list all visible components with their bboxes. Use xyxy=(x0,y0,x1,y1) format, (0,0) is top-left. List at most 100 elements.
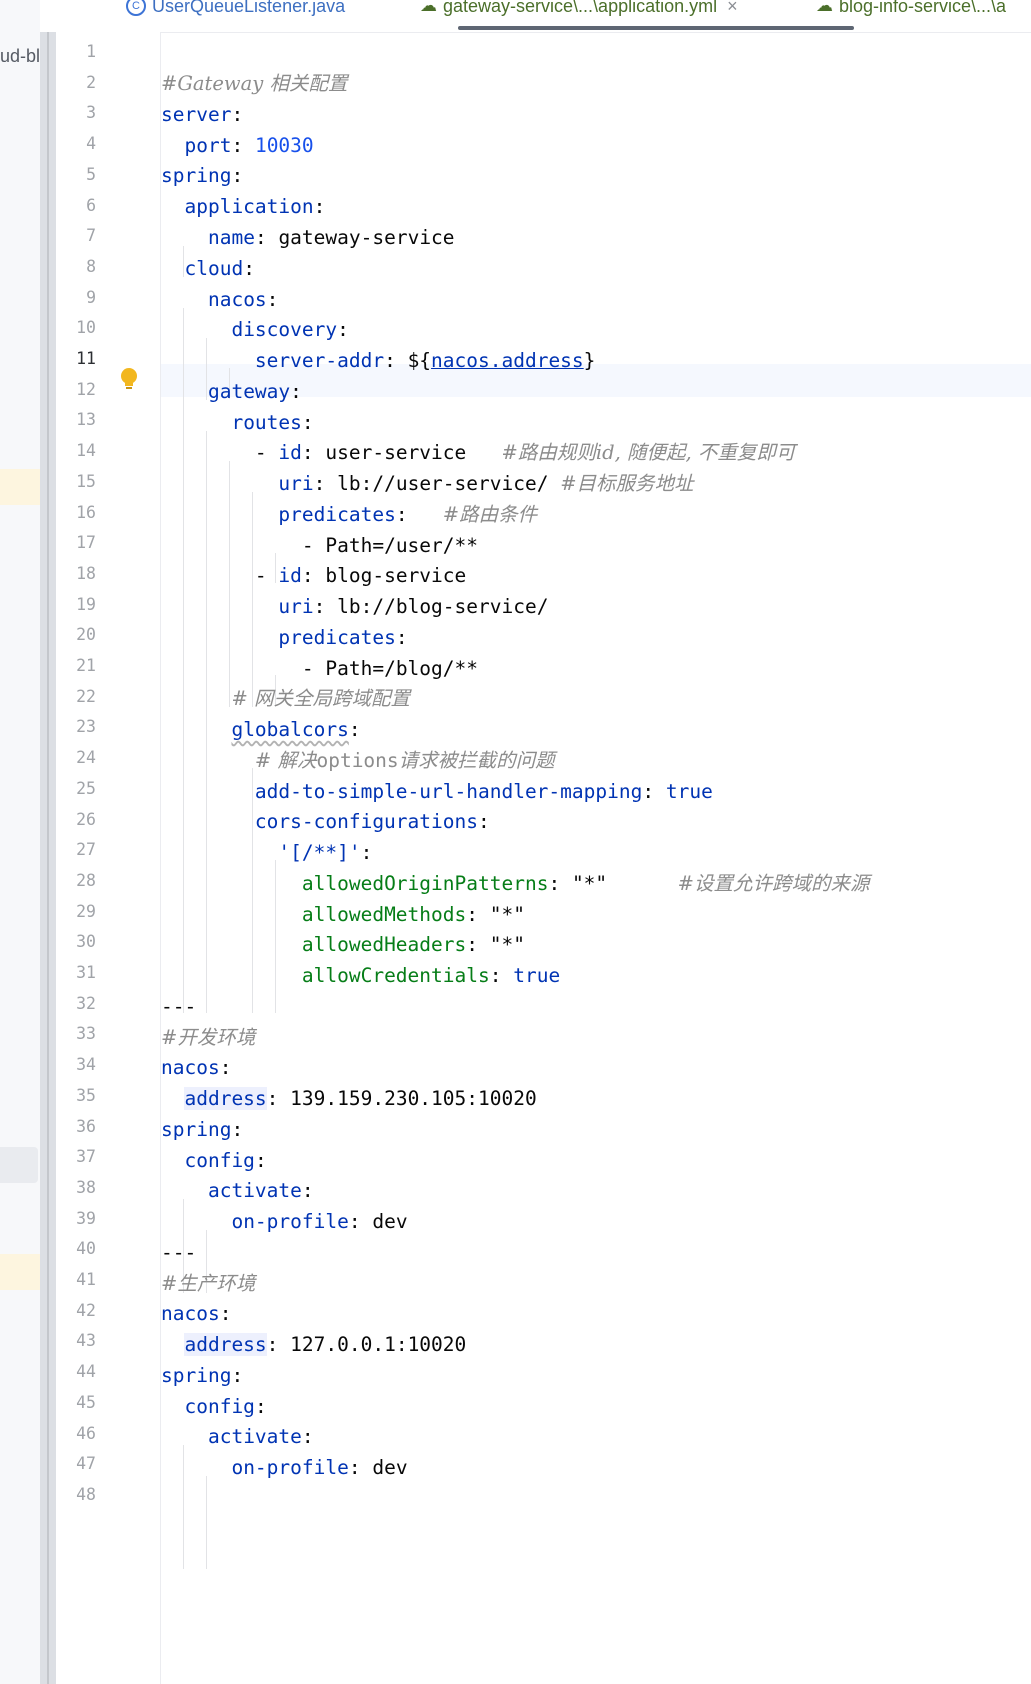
yaml-colon: : xyxy=(384,349,396,372)
yaml-value: blog-service xyxy=(325,564,467,587)
line-number[interactable]: 24 xyxy=(56,741,96,774)
line-number[interactable]: 3 xyxy=(56,96,96,129)
yaml-colon: : xyxy=(219,1056,232,1079)
code-line-44: spring: xyxy=(161,1359,243,1392)
line-number[interactable]: 10 xyxy=(56,311,96,344)
yaml-file-icon: ☁ xyxy=(420,0,437,15)
code-line-29: allowedMethods: "*" xyxy=(161,898,525,931)
code-line-36: spring: xyxy=(161,1113,243,1146)
line-number[interactable]: 25 xyxy=(56,772,96,805)
yaml-key: routes xyxy=(231,411,302,434)
line-number[interactable]: 30 xyxy=(56,925,96,958)
code-comment: #设置允许跨域的来源 xyxy=(677,872,870,895)
yaml-colon: : xyxy=(301,411,314,434)
tab-blog-info-application-yml[interactable]: ☁ blog-info-service\...\a xyxy=(816,0,1006,26)
line-number[interactable]: 16 xyxy=(56,496,96,529)
line-number[interactable]: 26 xyxy=(56,803,96,836)
line-number[interactable]: 11 xyxy=(56,342,96,375)
line-number[interactable]: 35 xyxy=(56,1079,96,1112)
project-panel[interactable] xyxy=(0,0,40,1684)
yaml-colon: : xyxy=(301,1425,314,1448)
code-line-14: - id: user-service #路由规则id, 随便起, 不重复即可 xyxy=(161,436,795,469)
line-number[interactable]: 31 xyxy=(56,956,96,989)
panel-splitter[interactable] xyxy=(40,32,56,1684)
line-number[interactable]: 23 xyxy=(56,710,96,743)
yaml-key: allowCredentials xyxy=(301,964,490,987)
editor-tab-bar: C UserQueueListener.java ☁ gateway-servi… xyxy=(56,0,1031,33)
line-number[interactable]: 44 xyxy=(56,1355,96,1388)
line-number[interactable]: 36 xyxy=(56,1110,96,1143)
code-editor[interactable]: #Gateway 相关配置 server: port: 10030 spring… xyxy=(161,32,1031,1684)
line-number[interactable]: 27 xyxy=(56,833,96,866)
yaml-key: uri xyxy=(278,472,314,495)
yaml-key: uri xyxy=(278,595,314,618)
code-line-42: nacos: xyxy=(161,1297,231,1330)
line-number[interactable]: 41 xyxy=(56,1263,96,1296)
line-number[interactable]: 47 xyxy=(56,1447,96,1480)
java-class-icon: C xyxy=(126,0,146,16)
line-number[interactable]: 29 xyxy=(56,895,96,928)
line-number[interactable]: 8 xyxy=(56,250,96,283)
line-number[interactable]: 48 xyxy=(56,1478,96,1511)
line-number[interactable]: 18 xyxy=(56,557,96,590)
property-reference[interactable]: nacos.address xyxy=(431,349,584,372)
line-number[interactable]: 34 xyxy=(56,1048,96,1081)
line-number[interactable]: 14 xyxy=(56,434,96,467)
code-comment: #目标服务地址 xyxy=(560,472,694,495)
yaml-colon: : xyxy=(231,134,244,157)
yaml-colon: : xyxy=(231,1118,244,1141)
line-number[interactable]: 5 xyxy=(56,158,96,191)
line-number[interactable]: 45 xyxy=(56,1386,96,1419)
code-line-8: cloud: xyxy=(161,252,255,285)
tab-gateway-application-yml[interactable]: ☁ gateway-service\...\application.yml × xyxy=(420,0,738,26)
code-line-28: allowedOriginPatterns: "*" #设置允许跨域的来源 xyxy=(161,867,870,900)
yaml-colon: : xyxy=(243,257,255,280)
line-number[interactable]: 22 xyxy=(56,680,96,713)
yaml-key: on-profile xyxy=(231,1456,349,1479)
yaml-colon: : xyxy=(395,626,408,649)
line-number[interactable]: 20 xyxy=(56,618,96,651)
project-tree-selected[interactable] xyxy=(0,1147,38,1183)
line-number[interactable]: 39 xyxy=(56,1202,96,1235)
line-number[interactable]: 13 xyxy=(56,403,96,436)
lightbulb-icon[interactable] xyxy=(118,366,140,392)
yaml-key: nacos xyxy=(161,1302,220,1325)
code-line-26: cors-configurations: xyxy=(161,805,490,838)
yaml-colon: : xyxy=(254,1395,267,1418)
line-number[interactable]: 32 xyxy=(56,987,96,1020)
yaml-colon: : xyxy=(466,933,479,956)
yaml-key: spring xyxy=(161,1118,232,1141)
line-number[interactable]: 42 xyxy=(56,1294,96,1327)
line-number[interactable]: 17 xyxy=(56,526,96,559)
yaml-key: name xyxy=(207,226,255,249)
code-comment: options xyxy=(316,749,399,772)
line-number[interactable]: 33 xyxy=(56,1017,96,1050)
tab-userqueuelistener[interactable]: C UserQueueListener.java xyxy=(126,0,345,26)
line-number[interactable]: 19 xyxy=(56,588,96,621)
document-separator: --- xyxy=(161,1241,197,1264)
code-line-21: - Path=/blog/** xyxy=(161,652,478,685)
line-number[interactable]: 2 xyxy=(56,66,96,99)
line-number[interactable]: 21 xyxy=(56,649,96,682)
line-number[interactable]: 1 xyxy=(56,35,96,68)
yaml-colon: : xyxy=(360,841,373,864)
line-number[interactable]: 28 xyxy=(56,864,96,897)
line-number[interactable]: 15 xyxy=(56,465,96,498)
line-number[interactable]: 4 xyxy=(56,127,96,160)
yaml-colon: : xyxy=(313,195,326,218)
line-number[interactable]: 46 xyxy=(56,1417,96,1450)
tab-label: gateway-service\...\application.yml xyxy=(443,0,718,16)
line-number[interactable]: 7 xyxy=(56,219,96,252)
line-number[interactable]: 6 xyxy=(56,189,96,222)
close-icon[interactable]: × xyxy=(727,0,738,17)
line-number[interactable]: 12 xyxy=(56,373,96,406)
list-dash: - xyxy=(301,657,326,680)
line-number[interactable]: 37 xyxy=(56,1140,96,1173)
line-number[interactable]: 38 xyxy=(56,1171,96,1204)
line-number[interactable]: 43 xyxy=(56,1324,96,1357)
yaml-key: cloud xyxy=(184,257,244,280)
line-number[interactable]: 40 xyxy=(56,1232,96,1265)
line-number[interactable]: 9 xyxy=(56,281,96,314)
code-line-41: #生产环境 xyxy=(161,1267,255,1300)
code-line-38: activate: xyxy=(161,1174,314,1207)
